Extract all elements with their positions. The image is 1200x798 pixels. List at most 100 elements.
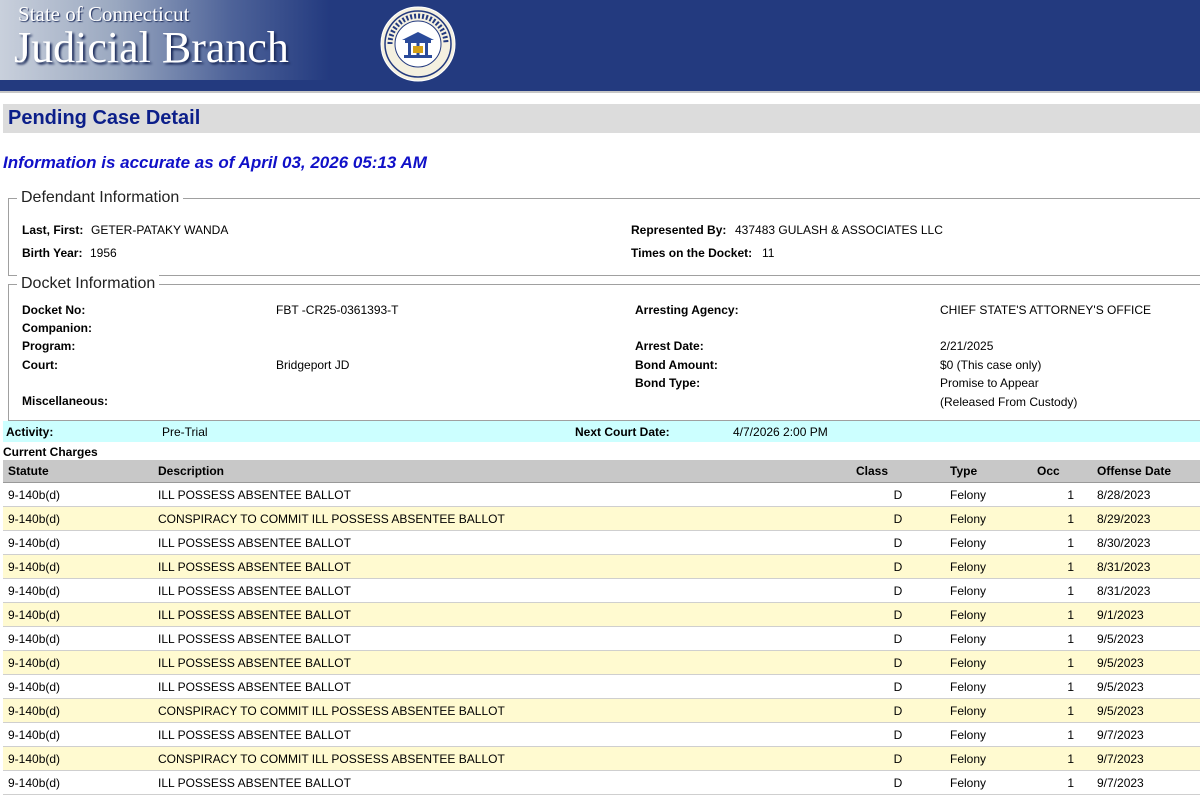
statute-cell: 9-140b(d) (3, 674, 153, 699)
occ-cell: 1 (1032, 674, 1092, 699)
type-cell: Felony (945, 578, 1032, 603)
table-row: 9-140b(d) CONSPIRACY TO COMMIT ILL POSSES… (3, 698, 1200, 723)
type-cell: Felony (945, 482, 1032, 507)
offense-date-cell: 9/7/2023 (1092, 770, 1200, 795)
class-cell: D (851, 482, 945, 507)
description-cell: ILL POSSESS ABSENTEE BALLOT (153, 674, 851, 699)
activity-bar: Activity: Pre-Trial Next Court Date: 4/7… (3, 421, 1200, 442)
statute-cell: 9-140b(d) (3, 746, 153, 771)
page-title-bar: Pending Case Detail (3, 104, 1200, 133)
statute-cell: 9-140b(d) (3, 602, 153, 627)
description-cell: ILL POSSESS ABSENTEE BALLOT (153, 770, 851, 795)
represented-by: 437483 GULASH & ASSOCIATES LLC (735, 223, 943, 237)
judicial-seal-logo (380, 6, 456, 82)
statute-cell: 9-140b(d) (3, 770, 153, 795)
occ-cell: 1 (1032, 698, 1092, 723)
table-row: 9-140b(d) ILL POSSESS ABSENTEE BALLOT D Fel… (3, 554, 1200, 579)
type-cell: Felony (945, 602, 1032, 627)
statute-cell: 9-140b(d) (3, 530, 153, 555)
statute-cell: 9-140b(d) (3, 506, 153, 531)
type-cell: Felony (945, 554, 1032, 579)
description-cell: CONSPIRACY TO COMMIT ILL POSSESS ABSENTE… (153, 698, 851, 723)
defendant-information-section: Defendant Information Last, First: GETER… (8, 189, 1200, 276)
description-cell: ILL POSSESS ABSENTEE BALLOT (153, 482, 851, 507)
offense-date-cell: 8/28/2023 (1092, 482, 1200, 507)
description-cell: ILL POSSESS ABSENTEE BALLOT (153, 650, 851, 675)
table-row: 9-140b(d) CONSPIRACY TO COMMIT ILL POSSES… (3, 506, 1200, 531)
offense-date-cell: 9/5/2023 (1092, 674, 1200, 699)
docket-no: FBT -CR25-0361393-T (276, 303, 399, 317)
class-header: Class (851, 460, 945, 483)
table-row: 9-140b(d) ILL POSSESS ABSENTEE BALLOT D Fel… (3, 578, 1200, 603)
class-cell: D (851, 698, 945, 723)
occ-cell: 1 (1032, 770, 1092, 795)
current-charges-table: Statute Description Class Type Occ Offen… (3, 460, 1200, 795)
offense-date-cell: 8/30/2023 (1092, 530, 1200, 555)
statute-cell: 9-140b(d) (3, 554, 153, 579)
represented-by-label: Represented By: (631, 223, 727, 237)
type-cell: Felony (945, 674, 1032, 699)
offense-date-cell: 8/29/2023 (1092, 506, 1200, 531)
type-cell: Felony (945, 530, 1032, 555)
offense-date-cell: 9/7/2023 (1092, 722, 1200, 747)
description-cell: ILL POSSESS ABSENTEE BALLOT (153, 602, 851, 627)
occ-cell: 1 (1032, 506, 1092, 531)
type-cell: Felony (945, 722, 1032, 747)
table-row: 9-140b(d) ILL POSSESS ABSENTEE BALLOT D Fel… (3, 722, 1200, 747)
docket-no-label: Docket No: (22, 303, 86, 317)
table-row: 9-140b(d) ILL POSSESS ABSENTEE BALLOT D Fel… (3, 674, 1200, 699)
occ-cell: 1 (1032, 578, 1092, 603)
current-charges-label: Current Charges (3, 445, 98, 459)
class-cell: D (851, 554, 945, 579)
offense-date-cell: 9/5/2023 (1092, 626, 1200, 651)
description-cell: ILL POSSESS ABSENTEE BALLOT (153, 554, 851, 579)
statute-cell: 9-140b(d) (3, 650, 153, 675)
arrest-date: 2/21/2025 (940, 339, 994, 353)
class-cell: D (851, 674, 945, 699)
offense-date-cell: 9/1/2023 (1092, 602, 1200, 627)
birth-year: 1956 (90, 246, 117, 260)
class-cell: D (851, 650, 945, 675)
occ-cell: 1 (1032, 482, 1092, 507)
type-cell: Felony (945, 506, 1032, 531)
name-label: Last, First: (22, 223, 84, 237)
accuracy-notice: Information is accurate as of April 03, … (3, 153, 427, 172)
bond-type: Promise to Appear (940, 376, 1039, 390)
times-on-docket-label: Times on the Docket: (631, 246, 753, 260)
table-row: 9-140b(d) ILL POSSESS ABSENTEE BALLOT D Fel… (3, 650, 1200, 675)
next-court-date-label: Next Court Date: (575, 425, 670, 439)
arresting-agency-label: Arresting Agency: (635, 303, 739, 317)
description-cell: CONSPIRACY TO COMMIT ILL POSSESS ABSENTE… (153, 746, 851, 771)
next-court-date: 4/7/2026 2:00 PM (733, 425, 828, 439)
defendant-legend: Defendant Information (17, 189, 184, 207)
companion-label: Companion: (22, 321, 92, 335)
statute-cell: 9-140b(d) (3, 698, 153, 723)
page-title: Pending Case Detail (8, 107, 201, 129)
arrest-date-label: Arrest Date: (635, 339, 704, 353)
miscellaneous-label: Miscellaneous: (22, 394, 109, 408)
court: Bridgeport JD (276, 358, 350, 372)
occ-cell: 1 (1032, 554, 1092, 579)
docket-information-section: Docket Information Docket No: FBT -CR25-… (8, 275, 1200, 421)
type-cell: Felony (945, 698, 1032, 723)
program-label: Program: (22, 339, 76, 353)
bond-type-note: (Released From Custody) (940, 395, 1078, 409)
arresting-agency: CHIEF STATE'S ATTORNEY'S OFFICE (940, 303, 1152, 317)
occ-cell: 1 (1032, 530, 1092, 555)
description-cell: ILL POSSESS ABSENTEE BALLOT (153, 578, 851, 603)
site-header-banner: State of Connecticut Judicial Branch (0, 0, 1200, 91)
table-row: 9-140b(d) ILL POSSESS ABSENTEE BALLOT D Fel… (3, 530, 1200, 555)
type-cell: Felony (945, 770, 1032, 795)
class-cell: D (851, 578, 945, 603)
table-row: 9-140b(d) CONSPIRACY TO COMMIT ILL POSSES… (3, 746, 1200, 771)
birth-year-label: Birth Year: (22, 246, 83, 260)
table-header-row: Statute Description Class Type Occ Offen… (3, 460, 1200, 483)
occ-cell: 1 (1032, 626, 1092, 651)
type-cell: Felony (945, 626, 1032, 651)
offense-date-cell: 9/5/2023 (1092, 698, 1200, 723)
class-cell: D (851, 602, 945, 627)
class-cell: D (851, 746, 945, 771)
offense-date-header: Offense Date (1092, 460, 1200, 483)
description-header: Description (153, 460, 851, 483)
activity-value: Pre-Trial (162, 425, 208, 439)
